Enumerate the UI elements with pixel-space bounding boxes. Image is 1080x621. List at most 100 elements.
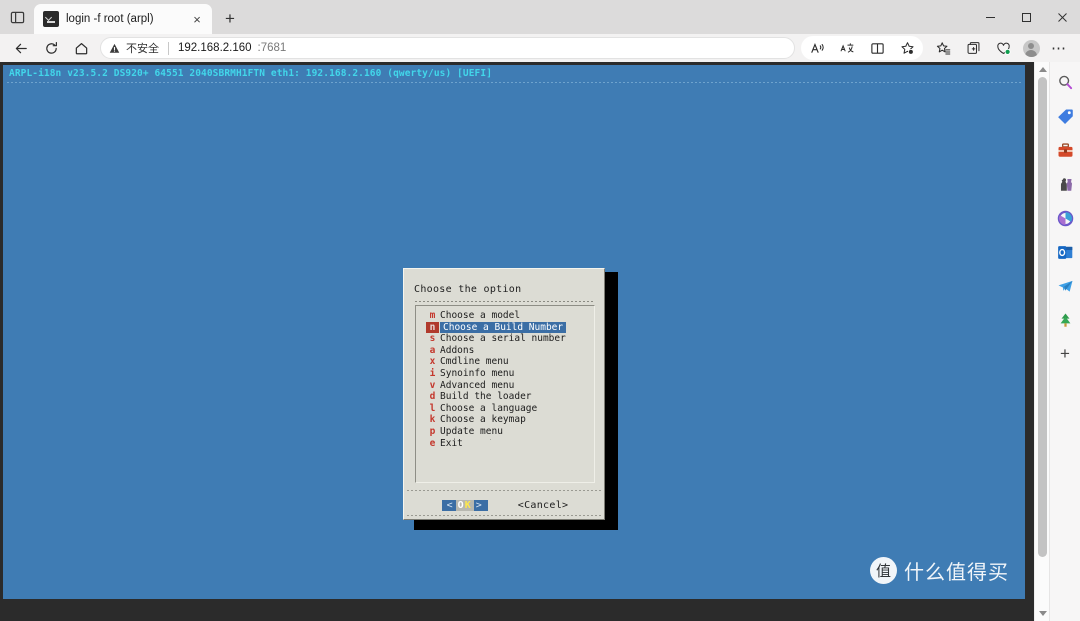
menu-item-label: Choose a Build Number — [440, 321, 567, 334]
browser-essentials-icon[interactable] — [989, 36, 1017, 60]
back-arrow-icon[interactable] — [7, 36, 35, 60]
edge-sidebar: + — [1049, 62, 1080, 621]
menu-item-label: Build the loader — [440, 391, 532, 403]
menu-item-label: Advanced menu — [440, 379, 515, 391]
ttyd-terminal[interactable]: ARPL-i18n v23.5.2 DS920+ 64551 2040SBRMH… — [3, 65, 1025, 599]
tools-briefcase-icon[interactable] — [1053, 138, 1077, 162]
menu-item-key: a — [429, 344, 436, 356]
tab-title: login -f root (arpl) — [66, 13, 154, 25]
menu-item-label: Synoinfo menu — [440, 367, 515, 379]
watermark: 值 什么值得买 — [870, 556, 1009, 585]
read-aloud-icon[interactable] — [803, 36, 831, 60]
menu-item-key: p — [429, 425, 436, 437]
menu-item-key: s — [429, 333, 436, 345]
menu-item-key: m — [429, 310, 436, 321]
menu-item-label: Addons — [440, 344, 475, 356]
dialog-button-divider-top — [407, 490, 603, 491]
menu-items: m Choose a model n Choose a Build Number s Ch… — [426, 310, 592, 449]
outlook-icon[interactable] — [1053, 240, 1077, 264]
profile-avatar[interactable] — [1018, 36, 1044, 60]
choose-option-dialog: Choose the option m Choose a model n Choose… — [403, 268, 605, 520]
page-scrollbar[interactable] — [1034, 62, 1049, 621]
window-controls — [972, 0, 1080, 34]
menu-item-label: Update menu — [440, 425, 503, 437]
collections-icon[interactable] — [959, 36, 987, 60]
favorites-icon[interactable] — [929, 36, 957, 60]
new-tab-button[interactable]: + — [216, 5, 244, 33]
dialog-title: Choose the option — [414, 284, 522, 295]
add-favorite-icon[interactable] — [893, 36, 921, 60]
home-icon[interactable] — [67, 36, 95, 60]
menu-item[interactable]: v Advanced menu — [426, 380, 592, 392]
render-speck — [490, 439, 491, 440]
games-icon[interactable] — [1053, 172, 1077, 196]
menu-listbox[interactable]: m Choose a model n Choose a Build Number s Ch… — [415, 305, 595, 483]
menu-item[interactable]: m Choose a model — [426, 310, 592, 322]
menu-item[interactable]: k Choose a keymap — [426, 414, 592, 426]
menu-item[interactable]: p Update menu — [426, 426, 592, 438]
cancel-button[interactable]: <Cancel> — [518, 500, 569, 511]
menu-item[interactable]: s Choose a serial number — [426, 333, 592, 345]
menu-item[interactable]: e Exit — [426, 438, 592, 450]
close-window-icon[interactable] — [1044, 0, 1080, 34]
tree-icon[interactable] — [1053, 308, 1077, 332]
url-host: 192.168.2.160 — [178, 42, 252, 54]
menu-item-key: k — [429, 414, 436, 426]
maximize-icon[interactable] — [1008, 0, 1044, 34]
minimize-icon[interactable] — [972, 0, 1008, 34]
watermark-logo: 值 — [870, 557, 897, 584]
close-icon[interactable]: × — [188, 10, 206, 28]
scrollbar-thumb[interactable] — [1038, 77, 1047, 557]
ok-left-arrow: < — [446, 499, 454, 511]
toolbar-right-actions: ⋯ — [801, 36, 1074, 60]
address-bar[interactable]: 不安全 192.168.2.160 :7681 — [100, 37, 795, 59]
terminal-status-divider — [7, 82, 1021, 83]
ok-right-arrow: > — [475, 499, 483, 511]
title-bar: login -f root (arpl) × + — [0, 0, 1080, 34]
translate-icon[interactable] — [833, 36, 861, 60]
split-screen-icon[interactable] — [863, 36, 891, 60]
menu-item-label: Cmdline menu — [440, 356, 509, 368]
menu-item-key: l — [429, 402, 436, 414]
menu-item-key: v — [429, 379, 436, 391]
page-actions-group — [801, 36, 923, 60]
omnibox-divider — [168, 41, 169, 55]
security-status-label: 不安全 — [126, 43, 159, 55]
terminal-favicon — [43, 11, 59, 27]
menu-item[interactable]: d Build the loader — [426, 391, 592, 403]
dialog-title-divider — [415, 301, 595, 302]
watermark-text: 什么值得买 — [904, 560, 1009, 584]
menu-item-label: Choose a keymap — [440, 414, 526, 426]
telegram-icon[interactable] — [1053, 274, 1077, 298]
copilot-icon[interactable] — [1053, 206, 1077, 230]
menu-item-key: e — [429, 437, 436, 449]
menu-item[interactable]: x Cmdline menu — [426, 356, 592, 368]
shopping-tag-icon[interactable] — [1053, 104, 1077, 128]
tab-actions-icon[interactable] — [0, 0, 34, 34]
menu-item[interactable]: l Choose a language — [426, 403, 592, 415]
scroll-down-arrow[interactable] — [1035, 606, 1050, 621]
menu-item-key: d — [429, 391, 436, 403]
reload-icon[interactable] — [37, 36, 65, 60]
ok-button[interactable]: < OK > — [441, 499, 488, 511]
settings-and-more-icon[interactable]: ⋯ — [1045, 36, 1073, 60]
browser-toolbar: 不安全 192.168.2.160 :7681 ⋯ — [0, 34, 1080, 62]
dialog-button-divider-bottom — [407, 515, 603, 516]
add-sidebar-app-icon[interactable]: + — [1053, 342, 1077, 366]
menu-item[interactable]: i Synoinfo menu — [426, 368, 592, 380]
browser-tab[interactable]: login -f root (arpl) × — [34, 4, 212, 34]
menu-item-label: Exit — [440, 437, 463, 449]
scroll-up-arrow[interactable] — [1035, 62, 1050, 77]
page-viewport: ARPL-i18n v23.5.2 DS920+ 64551 2040SBRMH… — [0, 62, 1034, 621]
menu-item-key: n — [426, 321, 439, 334]
menu-item[interactable]: a Addons — [426, 345, 592, 357]
avatar — [1022, 39, 1040, 57]
dialog-buttons: < OK > <Cancel> — [404, 497, 606, 513]
menu-item-label: Choose a model — [440, 310, 521, 321]
menu-item[interactable]: n Choose a Build Number — [426, 321, 592, 334]
terminal-status-line: ARPL-i18n v23.5.2 DS920+ 64551 2040SBRMH… — [9, 68, 493, 79]
render-speck — [473, 421, 474, 422]
search-icon[interactable] — [1053, 70, 1077, 94]
url-port: :7681 — [257, 42, 287, 54]
menu-item-label: Choose a serial number — [440, 333, 566, 345]
